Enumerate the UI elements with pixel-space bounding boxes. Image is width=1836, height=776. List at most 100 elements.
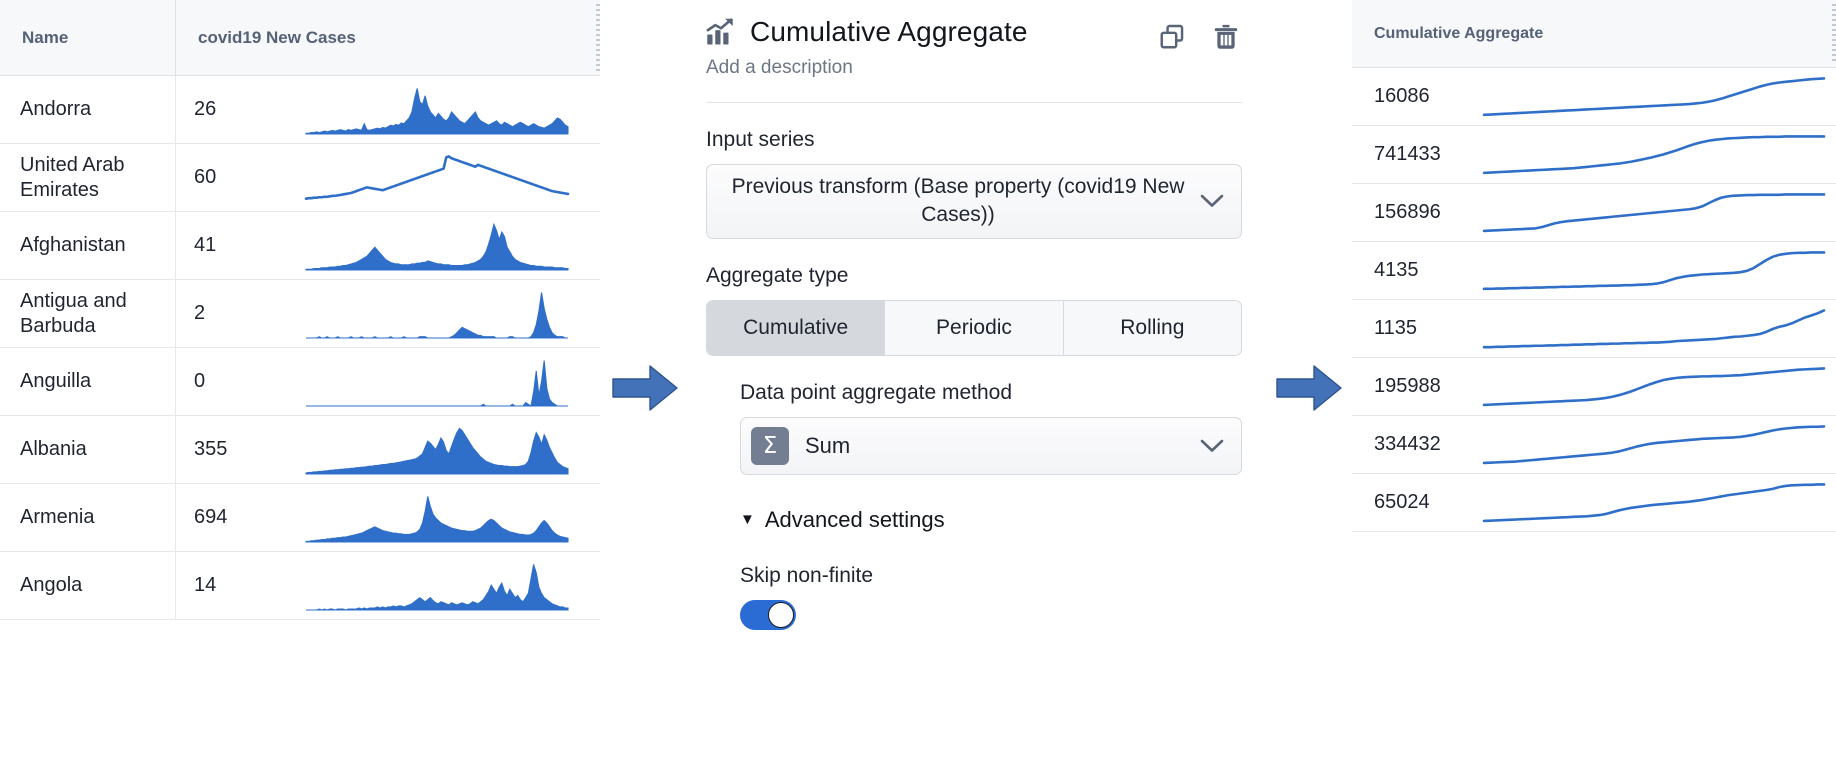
cell-new-cases-value: 14 — [194, 574, 217, 596]
skip-non-finite-label: Skip non-finite — [740, 563, 874, 587]
table-row[interactable]: Afghanistan 41 — [0, 212, 600, 280]
table-row[interactable]: 741433 — [1352, 126, 1836, 184]
aggregate-type-option-periodic[interactable]: Periodic — [885, 300, 1064, 355]
cell-cumulative-value: 334432 — [1374, 433, 1441, 455]
table-row[interactable]: 156896 — [1352, 184, 1836, 242]
result-table-body: 16086 741433 156896 4135 1135 195988 334432 650… — [1352, 68, 1836, 532]
column-header-name[interactable]: Name — [0, 0, 176, 75]
cell-cumulative-value: 195988 — [1374, 375, 1441, 397]
skip-non-finite-toggle[interactable] — [740, 599, 796, 630]
cell-name: Afghanistan — [0, 212, 176, 279]
column-header-cumulative-aggregate: Cumulative Aggregate — [1374, 24, 1544, 42]
cell-cumulative-sparkline — [1484, 250, 1836, 292]
source-data-table: Name covid19 New Cases Andorra 26 United A… — [0, 0, 600, 776]
duplicate-button[interactable] — [1156, 21, 1188, 53]
sparkline-chart — [306, 154, 568, 202]
cell-name: Armenia — [0, 484, 176, 551]
table-row[interactable]: Anguilla 0 — [0, 348, 600, 416]
column-header-covid19-new-cases[interactable]: covid19 New Cases — [176, 0, 600, 75]
sparkline-chart — [305, 87, 569, 134]
right-arrow-icon — [1276, 365, 1342, 411]
cell-cumulative-value: 741433 — [1374, 143, 1441, 165]
table-row[interactable]: 1135 — [1352, 300, 1836, 358]
table-row[interactable]: United Arab Emirates 60 — [0, 144, 600, 212]
sparkline-chart — [1484, 308, 1824, 350]
cell-name: United Arab Emirates — [0, 144, 176, 211]
cell-cumulative-value: 4135 — [1374, 259, 1419, 281]
cell-cumulative-sparkline — [1484, 134, 1836, 176]
cell-new-cases-sparkline — [306, 280, 600, 347]
cell-new-cases-value: 26 — [194, 98, 217, 120]
cell-new-cases-sparkline — [305, 484, 600, 551]
cell-name: Anguilla — [0, 348, 176, 415]
cell-new-cases-value: 0 — [194, 370, 206, 392]
table-row[interactable]: 195988 — [1352, 358, 1836, 416]
table-row[interactable]: Armenia 694 — [0, 484, 600, 552]
cell-cumulative-value: 65024 — [1374, 491, 1430, 513]
sparkline-chart — [305, 222, 569, 270]
cell-new-cases-sparkline — [305, 416, 600, 483]
cell-name: Andorra — [0, 76, 176, 143]
sparkline-chart — [306, 359, 568, 407]
advanced-settings-label: Advanced settings — [764, 506, 945, 532]
aggregate-type-option-cumulative[interactable]: Cumulative — [707, 300, 886, 355]
sparkline-chart — [1484, 134, 1824, 176]
chevron-down-icon — [1199, 193, 1225, 209]
description-placeholder[interactable]: Add a description — [706, 57, 1142, 79]
table-row[interactable]: Andorra 26 — [0, 76, 600, 144]
table-row[interactable]: 65024 — [1352, 474, 1836, 532]
sparkline-chart — [305, 427, 569, 474]
table-body: Andorra 26 United Arab Emirates 60 Afghanist… — [0, 76, 600, 620]
cell-cumulative-sparkline — [1484, 366, 1836, 408]
trash-icon — [1214, 24, 1238, 49]
cell-new-cases-value: 2 — [194, 302, 206, 324]
cell-new-cases-sparkline — [305, 76, 600, 143]
chevron-down-icon — [1199, 438, 1225, 454]
table-row[interactable]: Albania 355 — [0, 416, 600, 484]
table-row[interactable]: Angola 14 — [0, 552, 600, 620]
result-table-header-row[interactable]: Cumulative Aggregate — [1352, 0, 1836, 68]
flow-arrow-2-container — [1266, 0, 1352, 776]
cell-cumulative-value: 1135 — [1374, 317, 1418, 339]
sparkline-chart — [305, 495, 569, 542]
page-title: Cumulative Aggregate — [750, 16, 1028, 47]
data-point-aggregate-method-select[interactable]: Σ Sum — [740, 416, 1242, 475]
cell-cumulative-value: 156896 — [1374, 201, 1441, 223]
chart-up-icon — [706, 18, 733, 45]
sparkline-chart — [1484, 76, 1824, 118]
cell-name: Antigua and Barbuda — [0, 280, 176, 347]
sparkline-chart — [1484, 192, 1824, 234]
sparkline-chart — [1484, 366, 1824, 408]
delete-button[interactable] — [1210, 21, 1242, 53]
cell-new-cases-sparkline — [305, 212, 600, 279]
table-row[interactable]: 4135 — [1352, 242, 1836, 300]
cell-cumulative-value: 16086 — [1374, 85, 1430, 107]
advanced-settings-disclosure[interactable]: ▼ Advanced settings — [740, 507, 1242, 533]
input-series-value: Previous transform (Base property (covid… — [731, 175, 1185, 227]
input-series-select[interactable]: Previous transform (Base property (covid… — [706, 164, 1242, 239]
cell-cumulative-sparkline — [1484, 76, 1836, 118]
cell-new-cases-sparkline — [306, 348, 600, 415]
cell-new-cases-sparkline — [306, 552, 600, 619]
table-row[interactable]: Antigua and Barbuda 2 — [0, 280, 600, 348]
cell-cumulative-sparkline — [1484, 482, 1836, 524]
cell-name: Angola — [0, 552, 176, 619]
sparkline-chart — [306, 291, 568, 338]
flow-arrow-1-container — [600, 0, 690, 776]
table-row[interactable]: 334432 — [1352, 416, 1836, 474]
cell-cumulative-sparkline — [1484, 192, 1836, 234]
right-arrow-icon — [612, 365, 678, 411]
sparkline-chart — [306, 563, 569, 611]
cell-new-cases-value: 694 — [194, 506, 228, 528]
aggregate-type-segmented-control: Cumulative Periodic Rolling — [706, 299, 1242, 356]
toggle-knob — [768, 601, 794, 628]
duplicate-icon — [1160, 24, 1184, 49]
panel-header: Cumulative Aggregate Add a description — [706, 16, 1242, 79]
data-point-aggregate-method-label: Data point aggregate method — [740, 380, 1013, 404]
table-row[interactable]: 16086 — [1352, 68, 1836, 126]
sparkline-chart — [1484, 482, 1824, 524]
sparkline-chart — [1484, 250, 1824, 292]
cell-cumulative-sparkline — [1484, 424, 1836, 466]
aggregate-type-option-rolling[interactable]: Rolling — [1063, 300, 1241, 355]
cell-new-cases-value: 41 — [194, 234, 217, 256]
